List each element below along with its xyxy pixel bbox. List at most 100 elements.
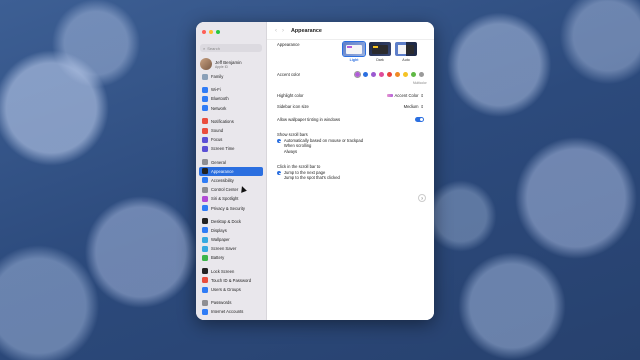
bell-icon	[202, 118, 208, 125]
hourglass-icon	[202, 145, 208, 152]
sidebar-item-label: Sound	[211, 128, 224, 134]
sidebar-item-sound[interactable]: Sound	[199, 126, 263, 135]
sidebar-item-label: Focus	[211, 137, 223, 143]
click-bar-spot-radio[interactable]: Jump to the spot that's clicked	[277, 175, 340, 180]
forward-chevron-icon[interactable]: ›	[282, 28, 284, 34]
sidebar-item-label: Family	[211, 74, 224, 80]
wifi-icon	[202, 86, 208, 93]
sidebar-item-accessibility[interactable]: Accessibility	[199, 176, 263, 185]
sidebar-item-general[interactable]: General	[199, 158, 263, 167]
appearance-option-dark[interactable]: Dark	[369, 42, 391, 62]
sidebar-item-label: Control Center	[211, 187, 239, 193]
light-label: Light	[349, 58, 359, 62]
sidebar-item-users-groups[interactable]: Users & Groups	[199, 285, 263, 294]
click-bar-options: Jump to the next page Jump to the spot t…	[277, 170, 340, 181]
sidebar-item-family[interactable]: Family	[199, 72, 263, 81]
appearance-label: Appearance	[277, 42, 300, 47]
scroll-bars-label: Show scroll bars	[277, 132, 308, 137]
window-controls	[196, 26, 266, 38]
sidebar-item-touch-id-password[interactable]: Touch ID & Password	[199, 276, 263, 285]
highlight-value: Accent Color	[394, 93, 419, 98]
sidebar-item-appearance[interactable]: Appearance	[199, 166, 263, 176]
users-icon	[202, 286, 208, 293]
sidebar-item-label: Network	[211, 105, 227, 111]
accent-swatch[interactable]	[371, 72, 376, 77]
search-input[interactable]: ⌕ Search	[200, 44, 262, 52]
sidebar-item-desktop-dock[interactable]: Desktop & Dock	[199, 217, 263, 226]
sidebar-item-label: Appearance	[211, 168, 234, 174]
tinting-row: Allow wallpaper tinting in windows	[277, 117, 424, 122]
accent-swatch[interactable]	[387, 72, 392, 77]
accent-swatch[interactable]	[419, 72, 424, 77]
sidebar-item-label: General	[211, 159, 226, 165]
appearance-option-auto[interactable]: Auto	[395, 42, 417, 62]
sidebar-item-bluetooth[interactable]: Bluetooth	[199, 94, 263, 103]
speaker-icon	[202, 127, 208, 134]
accent-swatch[interactable]	[363, 72, 368, 77]
sidebar-item-wi-fi[interactable]: Wi-Fi	[199, 85, 263, 94]
radio-selected-icon	[277, 170, 282, 175]
click-bar-label: Click in the scroll bar to	[277, 164, 321, 169]
sidebar-icon-value: Medium	[403, 104, 419, 109]
sidebar-icon-popup[interactable]: Medium ⇕	[404, 104, 424, 109]
accent-sub: Multicolor	[413, 81, 427, 85]
sidebar-item-screen-time[interactable]: Screen Time	[199, 144, 263, 153]
hand-icon	[202, 205, 208, 212]
toolbar: ‹ › Appearance	[267, 22, 434, 40]
updown-chevron-icon: ⇕	[420, 93, 424, 98]
accent-swatch[interactable]	[379, 72, 384, 77]
zoom-button[interactable]	[216, 30, 220, 34]
sidebar-icon-row: Sidebar icon size Medium ⇕	[277, 104, 424, 109]
sidebar-item-network[interactable]: Network	[199, 104, 263, 113]
sidebar-item-passwords[interactable]: Passwords	[199, 298, 263, 307]
close-button[interactable]	[202, 30, 206, 34]
accent-swatch[interactable]	[353, 70, 362, 79]
key-icon	[202, 299, 208, 306]
search-placeholder: Search	[207, 45, 220, 51]
sidebar-item-label: Screen Time	[211, 146, 235, 152]
sidebar-item-focus[interactable]: Focus	[199, 135, 263, 144]
sidebar-item-label: Internet Accounts	[211, 309, 244, 315]
sidebar-item-displays[interactable]: Displays	[199, 226, 263, 235]
sidebar-item-notifications[interactable]: Notifications	[199, 117, 263, 126]
sidebar-item-label: Wi-Fi	[211, 87, 221, 93]
bluetooth-icon	[202, 95, 208, 102]
minimize-button[interactable]	[209, 30, 213, 34]
sidebar-item-siri-spotlight[interactable]: Siri & Spotlight	[199, 194, 263, 203]
highlight-swatch	[386, 93, 393, 98]
wallpaper-icon	[202, 236, 208, 243]
back-chevron-icon[interactable]: ‹	[275, 28, 277, 34]
sidebar-item-control-center[interactable]: Control Center	[199, 185, 263, 194]
help-button[interactable]: ?	[418, 194, 426, 202]
highlight-popup[interactable]: Accent Color ⇕	[386, 93, 424, 98]
main-pane: ‹ › Appearance Appearance Light Dark Aut…	[267, 22, 434, 320]
siri-icon	[202, 195, 208, 202]
appearance-option-light[interactable]: Light	[341, 40, 367, 62]
family-icon	[202, 73, 208, 80]
sidebar-item-screen-saver[interactable]: Screen Saver	[199, 244, 263, 253]
accent-swatch[interactable]	[411, 72, 416, 77]
fingerprint-icon	[202, 277, 208, 284]
sidebar-item-battery[interactable]: Battery	[199, 253, 263, 262]
lock-icon	[202, 268, 208, 275]
updown-chevron-icon: ⇕	[420, 104, 424, 109]
accessibility-icon	[202, 177, 208, 184]
accent-label: Accent color	[277, 72, 301, 77]
sidebar-item-privacy-security[interactable]: Privacy & Security	[199, 203, 263, 212]
sidebar-item-lock-screen[interactable]: Lock Screen	[199, 267, 263, 276]
sidebar-item-label: Touch ID & Password	[211, 277, 252, 283]
tinting-toggle[interactable]	[415, 117, 424, 122]
accent-swatch[interactable]	[395, 72, 400, 77]
settings-window: ⌕ Search Jeff Benjamin Apple ID Family Wi…	[196, 22, 434, 320]
sidebar-item-wallpaper[interactable]: Wallpaper	[199, 235, 263, 244]
gear-icon	[202, 159, 208, 166]
sidebar-item-internet-accounts[interactable]: Internet Accounts	[199, 307, 263, 316]
radio-selected-icon	[277, 138, 282, 143]
accent-swatch[interactable]	[403, 72, 408, 77]
click-bar-spot-label: Jump to the spot that's clicked	[283, 175, 340, 181]
scroll-bars-always-radio[interactable]: Always	[277, 149, 363, 154]
apple-id-account[interactable]: Jeff Benjamin Apple ID	[200, 56, 262, 72]
sidebar-item-label: Screen Saver	[211, 246, 237, 252]
